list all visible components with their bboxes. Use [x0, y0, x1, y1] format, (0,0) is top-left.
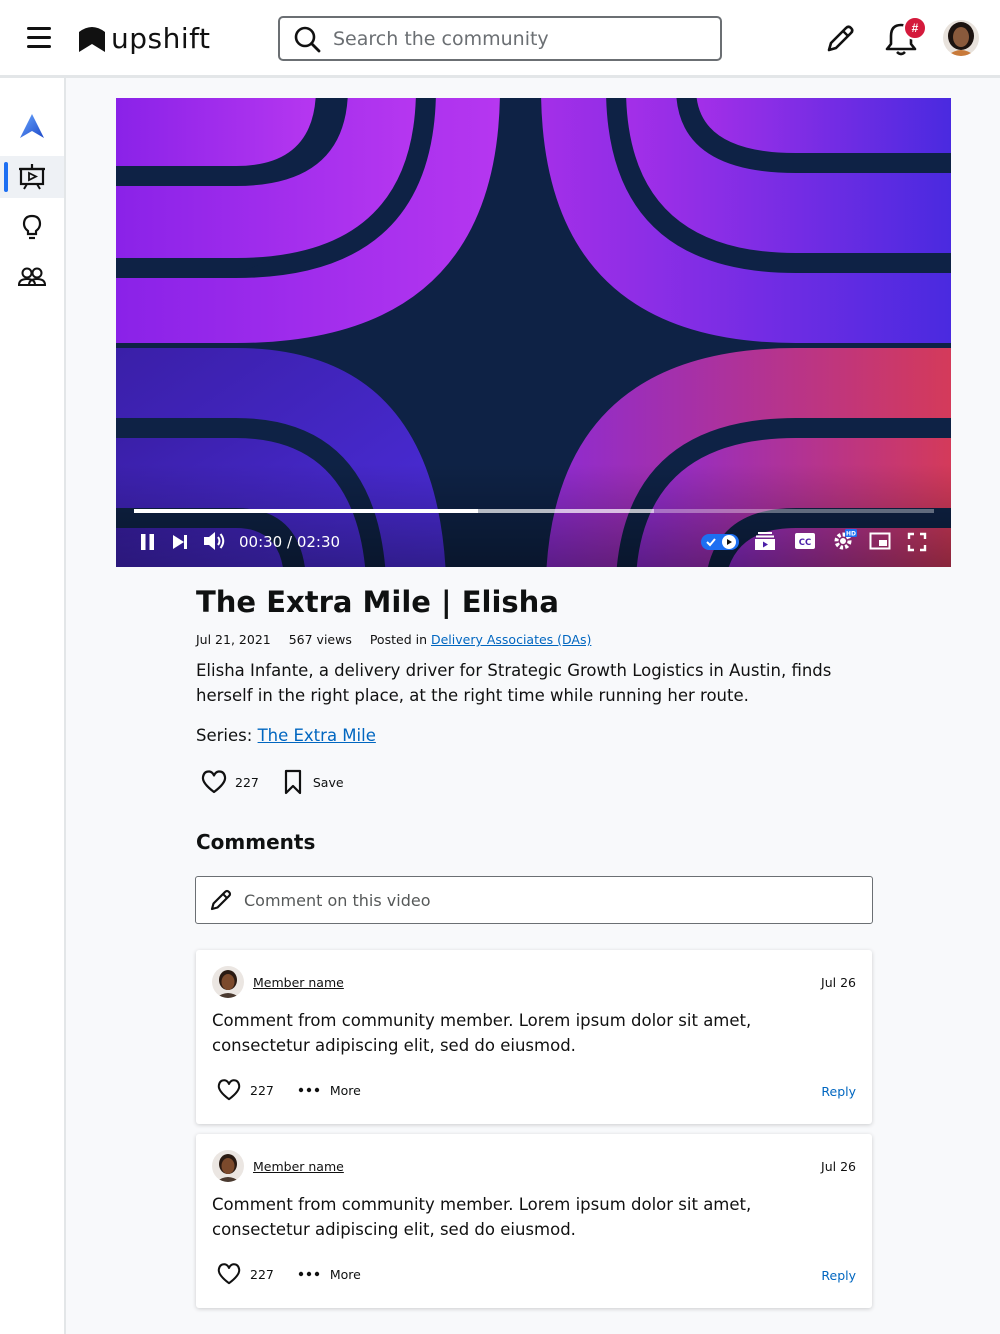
comment-like-count: 227 [250, 1266, 274, 1282]
playlist-icon[interactable] [754, 531, 776, 556]
next-track-icon[interactable] [170, 532, 190, 557]
view-count: 567 views [288, 632, 352, 647]
sidebar-item-ideas[interactable] [0, 206, 64, 248]
more-dots-icon [298, 1087, 320, 1093]
member-avatar[interactable] [212, 966, 244, 998]
comment-card: Member name Jul 26 Comment from communit… [196, 1134, 872, 1308]
more-button[interactable]: More [298, 1267, 361, 1282]
heart-icon[interactable] [216, 1078, 242, 1102]
search-input[interactable] [331, 26, 705, 51]
video-time-display: 00:30 / 02:30 [239, 533, 341, 551]
search-bar[interactable] [278, 16, 722, 61]
post-actions: 227 Save [200, 768, 344, 796]
lightbulb-icon [22, 214, 42, 240]
video-duration: 02:30 [296, 533, 341, 551]
notifications-bell-icon[interactable]: # [883, 16, 927, 60]
save-button[interactable]: Save [281, 769, 344, 795]
volume-icon[interactable] [202, 530, 226, 557]
brand-name: upshift [111, 21, 211, 55]
comment-date: Jul 26 [821, 1159, 856, 1174]
series-label: Series: [196, 726, 253, 745]
upshift-arrow-icon [20, 114, 44, 138]
video-presentation-icon [19, 164, 45, 190]
more-label: More [329, 1082, 361, 1098]
notification-badge: # [903, 16, 927, 40]
sidebar-item-home[interactable] [0, 105, 64, 147]
fullscreen-icon[interactable] [907, 532, 927, 557]
video-progress-bar[interactable] [134, 509, 934, 513]
sidebar-item-community[interactable] [0, 256, 64, 298]
comment-actions: 227 More [216, 1078, 361, 1102]
member-avatar[interactable] [212, 1150, 244, 1182]
comment-input[interactable] [242, 889, 846, 911]
series-link[interactable]: The Extra Mile [258, 726, 376, 745]
comment-input-box[interactable] [195, 876, 873, 924]
menu-icon[interactable] [27, 27, 51, 49]
more-button[interactable]: More [298, 1083, 361, 1098]
comment-text: Comment from community member. Lorem ips… [212, 1011, 752, 1055]
video-description: Elisha Infante, a delivery driver for St… [196, 661, 832, 705]
svg-text:HD: HD [846, 531, 856, 538]
video-thumbnail-graphic [116, 98, 951, 567]
user-avatar[interactable] [943, 20, 979, 56]
autoplay-toggle[interactable] [700, 532, 740, 557]
upshift-logo-icon [79, 27, 105, 52]
edit-pencil-icon[interactable] [823, 22, 857, 61]
heart-icon[interactable] [216, 1262, 242, 1286]
top-bar: upshift # [0, 0, 1000, 78]
reply-button[interactable]: Reply [821, 1084, 856, 1099]
video-progress-fill [134, 509, 478, 513]
search-icon [294, 26, 321, 52]
comment-date: Jul 26 [821, 975, 856, 990]
bookmark-icon [284, 769, 301, 795]
comments-heading: Comments [196, 830, 316, 854]
reply-button[interactable]: Reply [821, 1268, 856, 1283]
comment-text: Comment from community member. Lorem ips… [212, 1195, 752, 1239]
brand-logo[interactable]: upshift [77, 20, 210, 56]
series-line: Series: The Extra Mile [196, 726, 376, 745]
posted-in-link[interactable]: Delivery Associates (DAs) [431, 632, 591, 647]
member-name[interactable]: Member name [253, 1159, 344, 1174]
svg-text:CC: CC [799, 538, 811, 548]
video-meta: Jul 21, 2021 567 views Posted in Deliver… [196, 632, 591, 647]
pencil-icon [210, 889, 232, 911]
comment-like-count: 227 [250, 1082, 274, 1098]
picture-in-picture-icon[interactable] [869, 532, 891, 555]
comment-actions: 227 More [216, 1262, 361, 1286]
heart-icon [201, 770, 227, 794]
more-dots-icon [298, 1271, 320, 1277]
sidebar-item-videos[interactable] [0, 156, 64, 198]
video-player[interactable]: 00:30 / 02:30 CC HD [116, 98, 951, 567]
video-title: The Extra Mile | Elisha [196, 585, 559, 619]
like-count: 227 [235, 774, 259, 790]
posted-in-label: Posted in [369, 632, 427, 647]
settings-hd-icon[interactable]: HD [832, 528, 858, 557]
save-label: Save [312, 774, 344, 790]
member-name[interactable]: Member name [253, 975, 344, 990]
sidebar [0, 78, 66, 1334]
like-button[interactable]: 227 [200, 769, 259, 795]
video-current-time: 00:30 [239, 533, 283, 551]
pause-icon[interactable] [138, 532, 158, 557]
post-date: Jul 21, 2021 [196, 632, 271, 647]
people-group-icon [17, 267, 47, 286]
comment-card: Member name Jul 26 Comment from communit… [196, 950, 872, 1124]
closed-captions-icon[interactable]: CC [794, 532, 816, 555]
more-label: More [329, 1266, 361, 1282]
